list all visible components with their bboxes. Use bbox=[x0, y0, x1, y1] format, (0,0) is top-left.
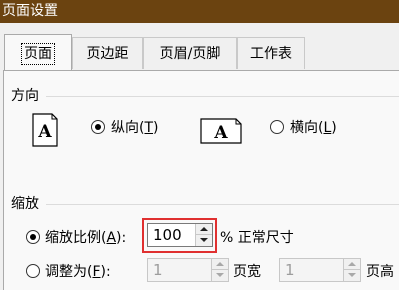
scale-percent-label-key: A bbox=[106, 230, 117, 246]
orientation-separator bbox=[46, 96, 399, 97]
chevron-down-icon bbox=[348, 273, 356, 277]
scale-percent-suffix: % 正常尺寸 bbox=[220, 230, 294, 246]
scale-percent-up-button[interactable] bbox=[195, 224, 212, 235]
fit-wide-stepper[interactable]: 1 bbox=[147, 258, 229, 282]
scale-percent-radio[interactable] bbox=[26, 230, 40, 244]
scaling-section-title: 缩放 bbox=[11, 196, 39, 212]
page-tab-panel bbox=[3, 70, 399, 290]
tab-margins-label: 页边距 bbox=[86, 46, 129, 62]
scale-percent-label-end: ): bbox=[116, 230, 127, 246]
fit-tall-value[interactable]: 1 bbox=[285, 259, 295, 281]
fit-wide-up-button[interactable] bbox=[211, 259, 228, 270]
scale-percent-stepper[interactable]: 100 bbox=[147, 223, 213, 247]
fit-wide-value[interactable]: 1 bbox=[153, 259, 163, 281]
page-landscape-icon: A bbox=[200, 118, 242, 144]
fit-to-label-text: 调整为( bbox=[45, 264, 93, 280]
chevron-up-icon bbox=[216, 262, 224, 266]
chevron-up-icon bbox=[200, 227, 208, 231]
scale-percent-value[interactable]: 100 bbox=[153, 224, 182, 246]
scale-percent-label-text: 缩放比例( bbox=[45, 230, 107, 246]
fit-to-label-key: F bbox=[92, 264, 101, 280]
scale-percent-down-button[interactable] bbox=[195, 235, 212, 246]
landscape-label-end: ) bbox=[331, 120, 337, 136]
tab-page-label: 页面 bbox=[21, 43, 55, 65]
portrait-label[interactable]: 纵向(T) bbox=[111, 117, 159, 137]
portrait-radio[interactable] bbox=[91, 120, 105, 134]
tab-sheet[interactable]: 工作表 bbox=[237, 37, 305, 69]
chevron-down-icon bbox=[216, 273, 224, 277]
landscape-label[interactable]: 横向(L) bbox=[290, 117, 337, 137]
tab-margins[interactable]: 页边距 bbox=[72, 37, 143, 69]
fit-wide-label: 页宽 bbox=[233, 264, 261, 280]
fit-tall-label: 页高 bbox=[366, 264, 394, 280]
tab-page[interactable]: 页面 bbox=[4, 34, 72, 71]
fit-wide-down-button[interactable] bbox=[211, 270, 228, 281]
chevron-up-icon bbox=[348, 262, 356, 266]
landscape-label-text: 横向( bbox=[290, 120, 324, 136]
page-portrait-glyph: A bbox=[37, 122, 52, 142]
landscape-radio[interactable] bbox=[270, 120, 284, 134]
fit-tall-stepper[interactable]: 1 bbox=[279, 258, 361, 282]
orientation-section-title: 方向 bbox=[11, 88, 39, 104]
portrait-label-end: ) bbox=[153, 120, 159, 136]
tab-header-footer-label: 页眉/页脚 bbox=[159, 46, 221, 62]
portrait-label-key: T bbox=[144, 120, 154, 136]
scale-percent-radio-dot bbox=[30, 234, 36, 240]
page-landscape-glyph: A bbox=[213, 123, 228, 143]
tab-sheet-label: 工作表 bbox=[250, 46, 292, 62]
scaling-separator bbox=[46, 204, 399, 205]
fit-to-label[interactable]: 调整为(F): bbox=[45, 261, 111, 281]
portrait-label-text: 纵向( bbox=[111, 120, 145, 136]
tab-header-footer[interactable]: 页眉/页脚 bbox=[143, 37, 237, 69]
fit-to-radio[interactable] bbox=[26, 264, 40, 278]
dialog-title: 页面设置 bbox=[0, 0, 399, 23]
fit-tall-down-button[interactable] bbox=[343, 270, 360, 281]
chevron-down-icon bbox=[200, 238, 208, 242]
fit-to-label-end: ): bbox=[100, 264, 111, 280]
portrait-radio-dot bbox=[95, 124, 101, 130]
page-portrait-icon: A bbox=[32, 113, 58, 147]
fit-tall-up-button[interactable] bbox=[343, 259, 360, 270]
scale-percent-label[interactable]: 缩放比例(A): bbox=[45, 227, 126, 247]
